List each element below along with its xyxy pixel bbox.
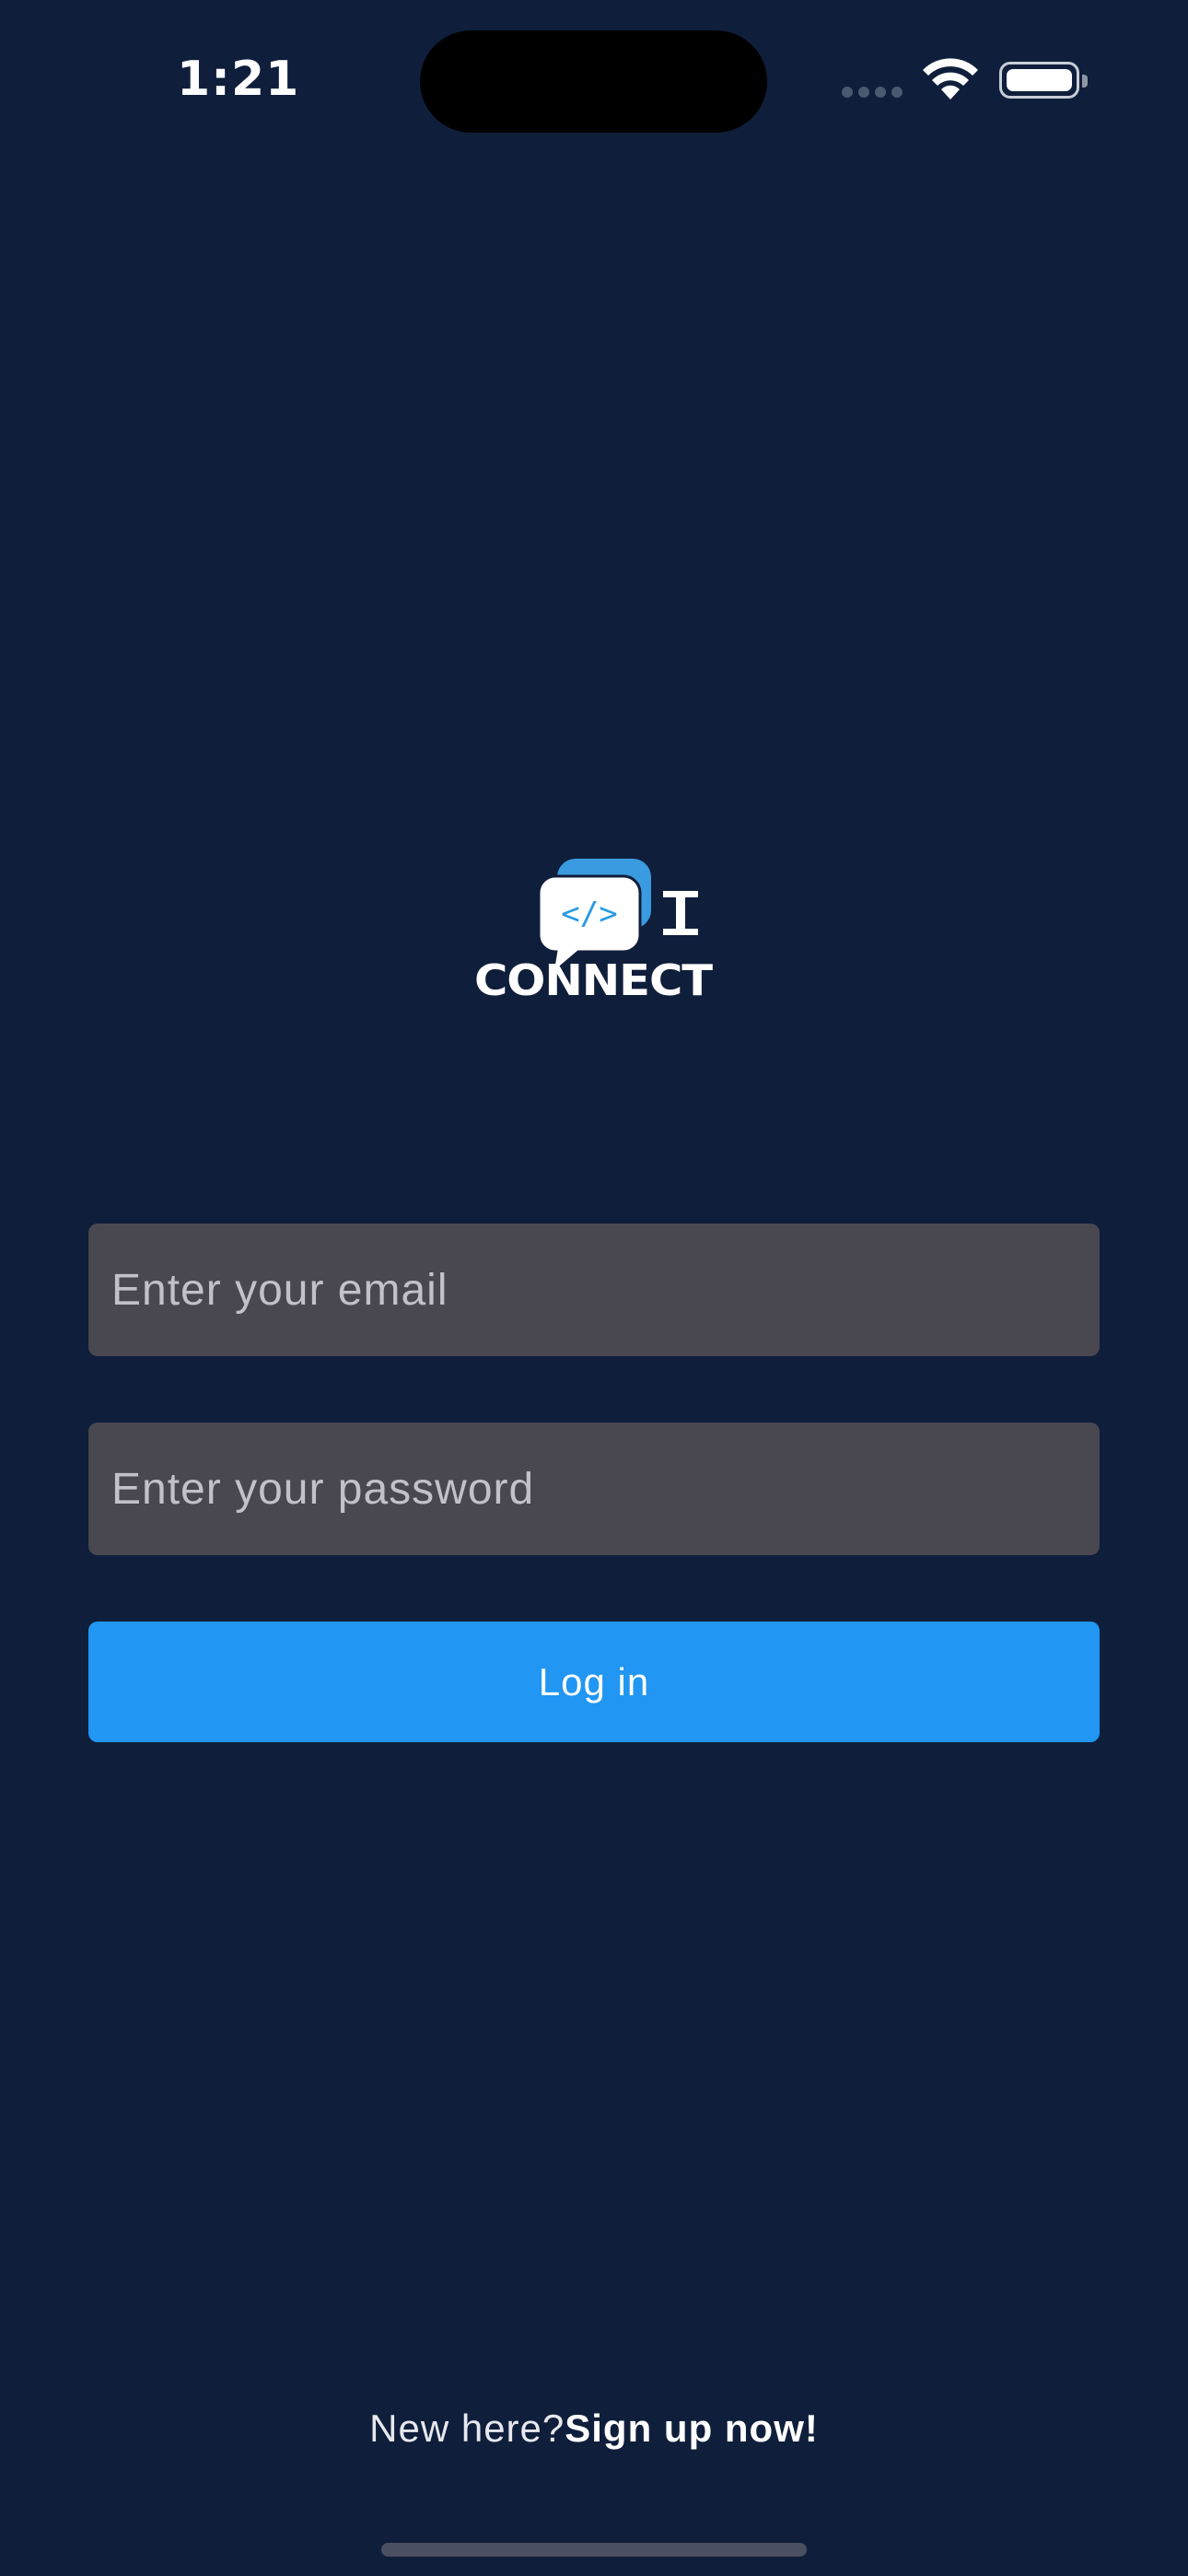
logo-wordmark: CONNECT bbox=[474, 955, 714, 1005]
status-time: 1:21 bbox=[177, 52, 300, 107]
home-indicator[interactable] bbox=[381, 2543, 807, 2557]
password-input[interactable] bbox=[88, 1423, 1100, 1555]
connect-it-logo: </> CONNECT bbox=[474, 859, 715, 1005]
signup-link[interactable]: Sign up now! bbox=[565, 2406, 819, 2450]
battery-icon bbox=[999, 62, 1088, 99]
code-glyph: </> bbox=[561, 896, 617, 932]
cellular-signal-icon bbox=[842, 87, 904, 98]
login-button[interactable]: Log in bbox=[88, 1622, 1100, 1742]
dynamic-island bbox=[420, 30, 767, 133]
signup-prompt: New here?Sign up now! bbox=[0, 2406, 1188, 2451]
wifi-icon bbox=[923, 58, 978, 100]
login-screen: 1:21 </> CONNECT Log in New here?Sign up… bbox=[0, 0, 1188, 2576]
signup-prompt-text: New here? bbox=[369, 2406, 565, 2450]
email-input[interactable] bbox=[88, 1224, 1100, 1356]
